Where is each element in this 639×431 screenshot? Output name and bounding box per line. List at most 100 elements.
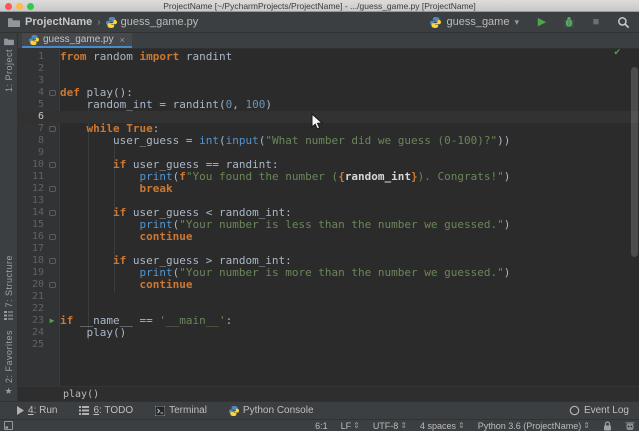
- stop-button[interactable]: ■: [588, 14, 604, 30]
- code-text: user_guess = int(input("What number did …: [60, 134, 511, 147]
- line-number[interactable]: 7: [18, 123, 44, 135]
- line-number[interactable]: 14: [18, 207, 44, 219]
- window-title: ProjectName [~/PycharmProjects/ProjectNa…: [163, 0, 476, 11]
- fold-icon[interactable]: [44, 255, 60, 267]
- debug-button[interactable]: [561, 14, 577, 30]
- run-button[interactable]: ▶: [534, 14, 550, 30]
- line-number[interactable]: 1: [18, 51, 44, 63]
- gutter-space: [44, 303, 60, 315]
- line-number[interactable]: 10: [18, 159, 44, 171]
- code-line[interactable]: 16 continue: [18, 231, 639, 243]
- code-line[interactable]: 12 break: [18, 183, 639, 195]
- fold-icon[interactable]: [44, 123, 60, 135]
- indent-widget[interactable]: 4 spaces ⇕: [420, 421, 465, 431]
- interpreter-widget[interactable]: Python 3.6 (ProjectName) ⇕: [478, 421, 590, 431]
- code-line[interactable]: 20 continue: [18, 279, 639, 291]
- breadcrumb-file[interactable]: guess_game.py: [121, 16, 199, 28]
- code-line[interactable]: 24 play(): [18, 327, 639, 339]
- fold-icon[interactable]: [44, 231, 60, 243]
- run-line-icon[interactable]: ▶: [44, 315, 60, 327]
- encoding-widget[interactable]: UTF-8 ⇕: [373, 421, 407, 431]
- fold-icon[interactable]: [44, 159, 60, 171]
- updown-chevron-icon: ⇕: [353, 421, 360, 430]
- code-line[interactable]: 5 random_int = randint(0, 100): [18, 99, 639, 111]
- gutter-space: [44, 171, 60, 183]
- code-line[interactable]: 1 from random import randint: [18, 51, 639, 63]
- breadcrumb-context[interactable]: play(): [63, 389, 99, 400]
- line-separator-widget[interactable]: LF ⇕: [341, 421, 360, 431]
- line-number[interactable]: 21: [18, 291, 44, 303]
- tab-guess-game[interactable]: guess_game.py ×: [22, 33, 132, 48]
- fold-icon[interactable]: [44, 207, 60, 219]
- breadcrumb-project[interactable]: ProjectName: [25, 16, 92, 28]
- toolwindow-terminal[interactable]: Terminal: [155, 405, 207, 416]
- line-number[interactable]: 19: [18, 267, 44, 279]
- stripe-item-structure[interactable]: 7: Structure: [4, 255, 14, 308]
- line-number[interactable]: 23: [18, 315, 44, 327]
- hector-inspections-icon[interactable]: [625, 421, 635, 431]
- line-number[interactable]: 22: [18, 303, 44, 315]
- stripe-item-project[interactable]: 1: Project: [4, 49, 14, 92]
- gutter-space: [44, 147, 60, 159]
- line-number[interactable]: 6: [18, 111, 44, 123]
- gutter-space: [44, 243, 60, 255]
- line-number[interactable]: 4: [18, 87, 44, 99]
- line-number[interactable]: 17: [18, 243, 44, 255]
- stripe-item-favorites[interactable]: 2: Favorites: [4, 330, 14, 383]
- toolwindow-todo-label: 6: TODO: [93, 405, 134, 416]
- editor-scrollbar[interactable]: [631, 67, 638, 257]
- event-log-button[interactable]: Event Log: [569, 405, 629, 416]
- code-editor[interactable]: ✔ 1 from random import randint 2 3 4 def play…: [18, 49, 639, 386]
- code-line[interactable]: 25: [18, 339, 639, 351]
- fold-icon[interactable]: [44, 183, 60, 195]
- stop-icon: ■: [592, 15, 600, 28]
- line-number[interactable]: 24: [18, 327, 44, 339]
- python-file-icon[interactable]: [105, 16, 117, 28]
- python-file-icon: [29, 34, 39, 45]
- zoom-window-button[interactable]: [27, 2, 34, 10]
- chevron-down-icon: ▾: [514, 16, 519, 27]
- star-icon: ★: [4, 386, 13, 396]
- line-number[interactable]: 3: [18, 75, 44, 87]
- line-number[interactable]: 12: [18, 183, 44, 195]
- code-line[interactable]: 21: [18, 291, 639, 303]
- fold-icon[interactable]: [44, 279, 60, 291]
- structure-icon: [4, 310, 13, 320]
- caret-position[interactable]: 6:1: [315, 421, 328, 431]
- gutter-space: [44, 63, 60, 75]
- tool-window-bar: 4: Run 6: TODO Terminal Python Console E…: [0, 401, 639, 419]
- line-number[interactable]: 18: [18, 255, 44, 267]
- gutter-space: [44, 339, 60, 351]
- tab-label: guess_game.py: [43, 34, 114, 45]
- line-number[interactable]: 8: [18, 135, 44, 147]
- code-text: play(): [60, 326, 127, 339]
- toolwindow-python-console-label: Python Console: [242, 405, 314, 416]
- toolwindow-todo[interactable]: 6: TODO: [79, 405, 133, 416]
- run-toolwindow-icon: [17, 406, 24, 415]
- line-number[interactable]: 15: [18, 219, 44, 231]
- search-everywhere-button[interactable]: [615, 14, 631, 30]
- line-number[interactable]: 11: [18, 171, 44, 183]
- line-number[interactable]: 20: [18, 279, 44, 291]
- line-number[interactable]: 9: [18, 147, 44, 159]
- toolwindow-python-console[interactable]: Python Console: [228, 405, 314, 416]
- line-number[interactable]: 13: [18, 195, 44, 207]
- code-line[interactable]: 2: [18, 63, 639, 75]
- gutter-space: [44, 267, 60, 279]
- toolwindow-run[interactable]: 4: Run: [16, 405, 57, 416]
- line-number[interactable]: 5: [18, 99, 44, 111]
- tab-close-icon[interactable]: ×: [120, 35, 125, 45]
- line-number[interactable]: 16: [18, 231, 44, 243]
- code-line[interactable]: 8 user_guess = int(input("What number di…: [18, 135, 639, 147]
- run-config-selector[interactable]: guess_game ▾: [426, 14, 523, 30]
- pycharm-window: ProjectName [~/PycharmProjects/ProjectNa…: [0, 0, 639, 431]
- minimize-window-button[interactable]: [16, 2, 23, 10]
- lock-icon[interactable]: [603, 420, 612, 431]
- fold-icon[interactable]: [44, 87, 60, 99]
- line-number[interactable]: 2: [18, 63, 44, 75]
- close-window-button[interactable]: [5, 2, 12, 10]
- event-log-icon: [569, 405, 580, 416]
- line-number[interactable]: 25: [18, 339, 44, 351]
- run-toolbar: guess_game ▾ ▶ ■: [426, 14, 631, 30]
- toolwindow-toggle-icon[interactable]: [4, 421, 13, 430]
